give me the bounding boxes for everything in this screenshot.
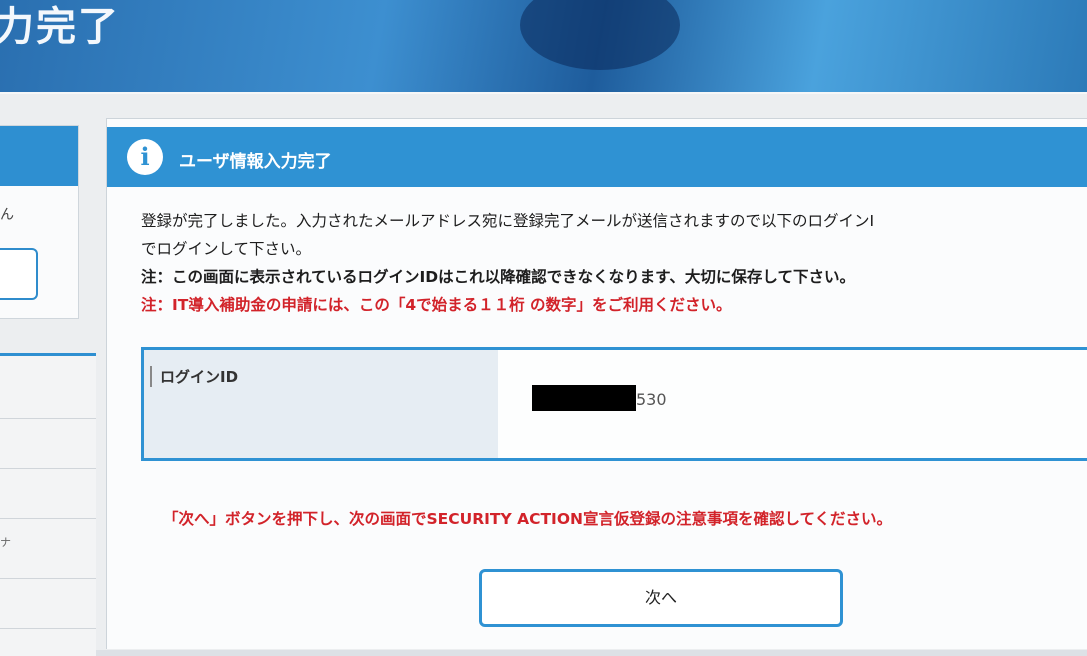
completion-panel: i ユーザ情報入力完了 登録が完了しました。入力されたメールアドレス宛に登録完了… [106, 118, 1087, 649]
sidebar-menu-divider [0, 418, 96, 419]
completion-message: 登録が完了しました。入力されたメールアドレス宛に登録完了メールが送信されますので… [141, 212, 875, 230]
login-id-redaction [532, 385, 636, 411]
save-id-note: 注：この画面に表示されているログインIDはこれ以降確認できなくなります、大切に保… [141, 268, 855, 286]
page-title: 力完了 [0, 4, 120, 50]
sidebar-card-text: ん [0, 207, 14, 223]
login-id-box: ログインID 530 [141, 347, 1087, 461]
sidebar-card-button[interactable] [0, 248, 38, 300]
panel-title: ユーザ情報入力完了 [179, 152, 332, 172]
login-id-label-cell: ログインID [144, 350, 498, 458]
next-button[interactable]: 次へ [479, 569, 843, 627]
sidebar-menu: ナ [0, 353, 96, 656]
completion-message-cont: でログインして下さい。 [141, 240, 312, 258]
sidebar-menu-divider [0, 628, 96, 629]
sidebar-card-header [0, 126, 78, 186]
info-icon: i [127, 139, 163, 175]
sidebar-user-card: ん [0, 125, 79, 319]
panel-header: i ユーザ情報入力完了 [107, 127, 1087, 187]
login-id-value: 530 [636, 390, 667, 409]
sidebar-menu-divider [0, 578, 96, 579]
sidebar-menu-divider [0, 518, 96, 519]
sidebar-menu-item-text[interactable]: ナ [0, 534, 11, 550]
sidebar-menu-divider [0, 468, 96, 469]
subsidy-note: 注：IT導入補助金の申請には、この「4で始まる１１桁 の数字」をご利用ください。 [141, 296, 732, 314]
header-banner: 力完了 [0, 0, 1087, 92]
login-id-label: ログインID [150, 366, 238, 387]
next-step-notice: 「次へ」ボタンを押下し、次の画面でSECURITY ACTION宣言仮登録の注意… [163, 510, 893, 528]
sidebar: ん ナ [0, 125, 96, 656]
